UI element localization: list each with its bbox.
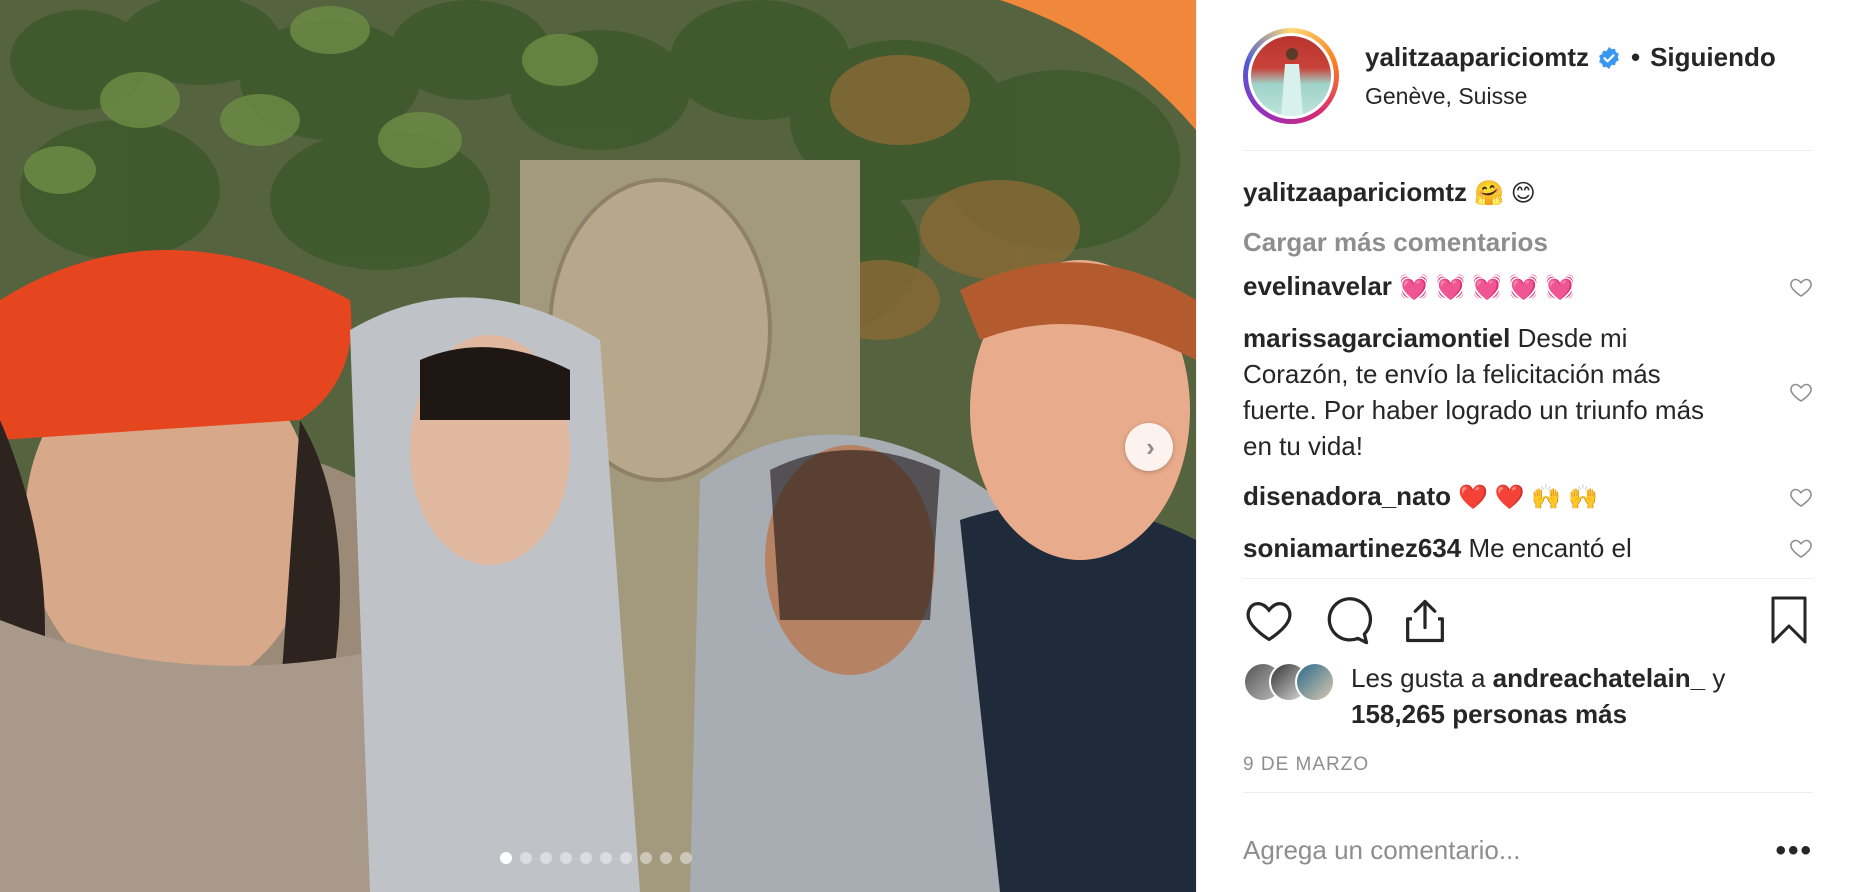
bookmark-icon [1771, 596, 1807, 644]
carousel-dot [560, 852, 572, 864]
comment-username[interactable]: disenadora_nato [1243, 481, 1451, 511]
comment-item: disenadora_nato ❤️ ❤️ 🙌 🙌 [1243, 478, 1813, 516]
carousel-dot [680, 852, 692, 864]
post-location[interactable]: Genève, Suisse [1365, 83, 1776, 110]
likes-suffix: y [1705, 663, 1726, 693]
carousel-dot [540, 852, 552, 864]
carousel-dot [620, 852, 632, 864]
post-caption: yalitzaapariciomtz 🤗 😊 [1243, 172, 1813, 214]
comment-bubble-icon [1327, 597, 1373, 645]
post-author: yalitzaapariciomtz • Siguiendo Genève, S… [1365, 42, 1776, 110]
avatar-figure [1281, 48, 1303, 116]
comment-username[interactable]: evelinavelar [1243, 271, 1392, 301]
divider [1243, 578, 1813, 579]
liker-avatars [1243, 662, 1335, 732]
carousel-dot [600, 852, 612, 864]
carousel-dot [640, 852, 652, 864]
follow-status-button[interactable]: Siguiendo [1650, 42, 1776, 73]
comment-item: evelinavelar 💓 💓 💓 💓 💓 [1243, 268, 1813, 306]
caption-username[interactable]: yalitzaapariciomtz [1243, 177, 1467, 207]
comment-like-heart-icon[interactable] [1789, 485, 1813, 509]
load-more-comments-button[interactable]: Cargar más comentarios [1243, 222, 1813, 262]
post-header: yalitzaapariciomtz • Siguiendo Genève, S… [1243, 24, 1813, 128]
separator-bullet: • [1630, 42, 1641, 72]
avatar[interactable] [1248, 33, 1334, 119]
post-details-panel: yalitzaapariciomtz • Siguiendo Genève, S… [1196, 0, 1858, 892]
comment-like-heart-icon[interactable] [1789, 275, 1813, 299]
carousel-dot [660, 852, 672, 864]
comment-text: Me encantó el [1468, 533, 1632, 563]
post-photo[interactable]: › [0, 0, 1196, 892]
comment-text: ❤️ ❤️ 🙌 🙌 [1458, 484, 1598, 511]
carousel-indicator [500, 852, 692, 864]
comment-like-heart-icon[interactable] [1789, 536, 1813, 560]
carousel-dot [580, 852, 592, 864]
next-slide-button[interactable]: › [1125, 423, 1173, 471]
likes-prefix: Les gusta a [1351, 663, 1493, 693]
comment-like-heart-icon[interactable] [1789, 380, 1813, 404]
author-username[interactable]: yalitzaapariciomtz [1365, 42, 1589, 73]
heart-icon [1246, 602, 1292, 642]
likes-text: Les gusta a andreachatelain_ y 158,265 p… [1351, 660, 1725, 732]
comments-list[interactable]: yalitzaapariciomtz 🤗 😊 Cargar más coment… [1243, 172, 1813, 598]
comment-username[interactable]: marissagarciamontiel [1243, 323, 1510, 353]
divider [1243, 792, 1813, 793]
post-date[interactable]: 9 DE MARZO [1243, 754, 1369, 776]
post-actions [1243, 592, 1813, 650]
comment-input[interactable] [1243, 834, 1743, 866]
chevron-right-icon: › [1146, 432, 1155, 462]
like-button[interactable] [1243, 595, 1295, 647]
likes-count[interactable]: 158,265 personas más [1351, 699, 1627, 729]
comment-item: soniamartinez634 Me encantó el [1243, 530, 1813, 566]
comment-button[interactable] [1321, 595, 1373, 647]
profile-avatar-ring[interactable] [1243, 28, 1339, 124]
comment-item: marissagarciamontiel Desde mi Corazón, t… [1243, 320, 1813, 464]
share-button[interactable] [1399, 595, 1451, 647]
caption-text: 🤗 😊 [1474, 180, 1536, 207]
verified-badge-icon [1599, 46, 1619, 69]
carousel-dot [500, 852, 512, 864]
avatar [1295, 662, 1335, 702]
photo-image [0, 0, 1196, 892]
carousel-dot [520, 852, 532, 864]
save-button[interactable] [1765, 594, 1813, 646]
likes-summary: Les gusta a andreachatelain_ y 158,265 p… [1243, 660, 1813, 732]
add-comment-bar: ••• [1243, 824, 1813, 876]
comment-username[interactable]: soniamartinez634 [1243, 533, 1461, 563]
share-icon [1406, 599, 1444, 643]
likes-user[interactable]: andreachatelain_ [1493, 663, 1705, 693]
more-options-icon[interactable]: ••• [1775, 834, 1813, 868]
divider [1243, 150, 1813, 151]
comment-text: 💓 💓 💓 💓 💓 [1399, 274, 1576, 301]
